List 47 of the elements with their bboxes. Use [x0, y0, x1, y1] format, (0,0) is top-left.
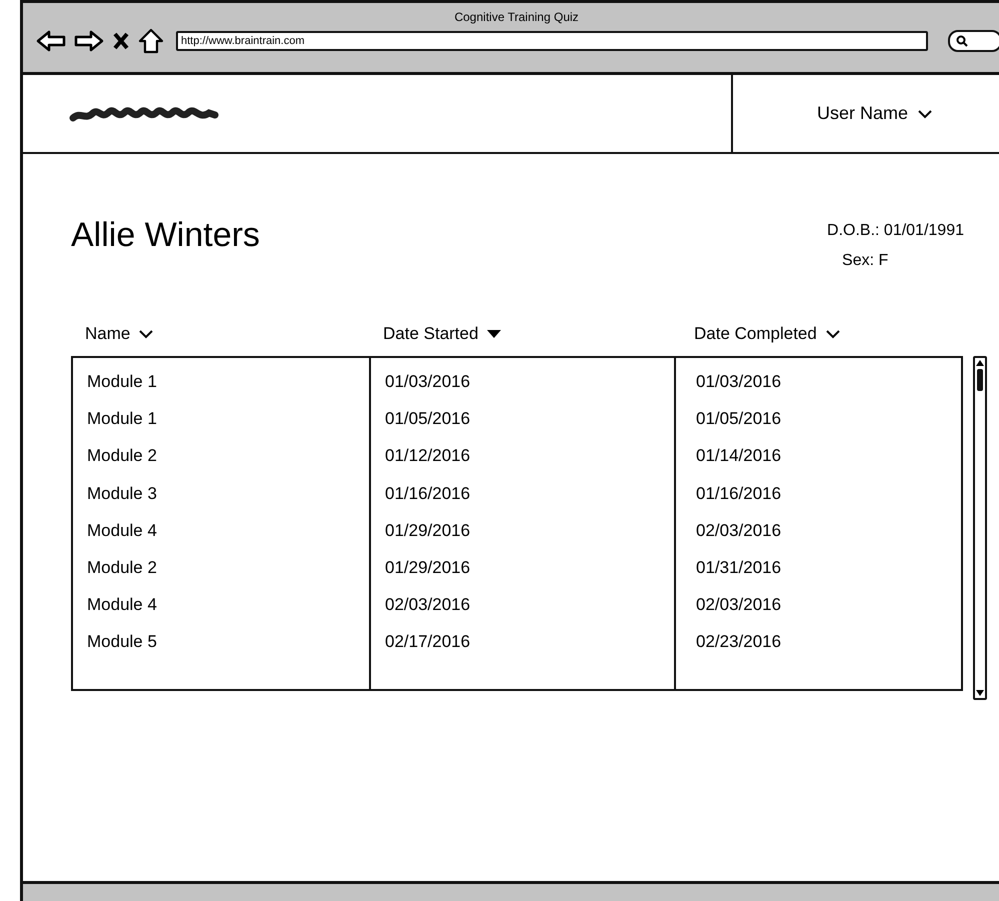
search-icon [956, 35, 968, 47]
table-cell-text: 01/31/2016 [696, 558, 782, 579]
column-header[interactable]: Date Started [383, 324, 694, 344]
back-icon[interactable] [36, 29, 66, 53]
table-cell-text: 02/03/2016 [696, 520, 782, 542]
window-title: Cognitive Training Quiz [453, 9, 580, 26]
table-cell-text: 01/14/2016 [696, 446, 782, 468]
table-cell-text: 01/16/2016 [696, 484, 782, 505]
column-header[interactable]: Name [85, 324, 383, 344]
table-cell-text: Module 4 [87, 520, 158, 542]
address-field[interactable]: http://www.braintrain.com [176, 31, 928, 51]
table-cell-text: Module 4 [87, 595, 158, 616]
table-cell-text: 02/03/2016 [696, 595, 782, 616]
table-cell-text: 01/29/2016 [385, 558, 472, 579]
scroll-down-icon[interactable] [975, 689, 985, 697]
table-cell-text: 01/05/2016 [696, 409, 782, 430]
table-cell-text: Module 2 [87, 446, 158, 468]
sex-label: Sex: F [841, 251, 890, 271]
table-cell-text: 01/05/2016 [385, 409, 472, 430]
sort-triangle-icon [486, 329, 502, 339]
search-field[interactable] [948, 30, 999, 52]
user-menu[interactable]: User Name [817, 103, 932, 124]
table-cell-text: 01/03/2016 [696, 372, 782, 393]
scroll-up-icon[interactable] [975, 359, 985, 367]
table-cell-text: 01/12/2016 [385, 446, 472, 468]
date-of-birth: D.O.B.: 01/01/1991 [827, 221, 964, 241]
table-cell-text: 01/03/2016 [385, 372, 472, 393]
table-cell-text: Module 3 [87, 484, 158, 505]
scrollbar[interactable] [973, 356, 987, 700]
table-cell-text: Module 5 [87, 632, 158, 654]
table-cell-text: Module 1 [87, 372, 158, 393]
column-header[interactable]: Date Completed [694, 324, 841, 344]
forward-icon[interactable] [74, 29, 104, 53]
table-cell-text: 01/29/2016 [385, 520, 472, 542]
chevron-down-icon [824, 329, 841, 339]
patient-name: Allie Winters [71, 216, 260, 256]
home-icon[interactable] [138, 28, 164, 54]
table-cell-text: 02/23/2016 [696, 632, 782, 654]
table-cell-text: Module 2 [87, 558, 158, 579]
table-cell-text: Module 1 [87, 409, 158, 430]
chevron-down-icon [918, 108, 932, 118]
table-cell-text: 01/16/2016 [385, 484, 472, 505]
scroll-thumb[interactable] [977, 369, 983, 391]
close-icon[interactable] [112, 31, 130, 51]
table-cell-text: 02/17/2016 [385, 632, 472, 654]
table-cell-text: 02/03/2016 [385, 595, 472, 616]
chevron-down-icon [138, 329, 154, 339]
